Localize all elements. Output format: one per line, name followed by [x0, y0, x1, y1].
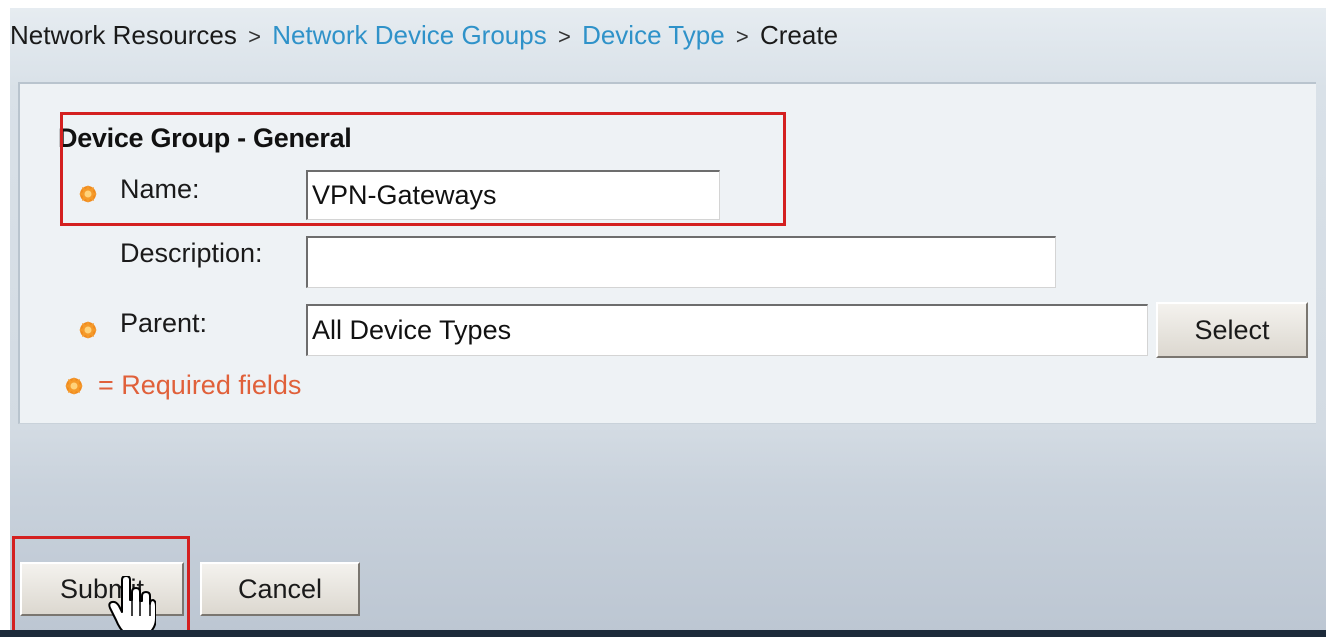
required-fields-note: = Required fields: [98, 370, 302, 400]
parent-label: Parent:: [120, 308, 208, 338]
breadcrumb-current-create: Create: [759, 20, 839, 50]
name-label: Name:: [120, 174, 200, 204]
description-input[interactable]: [306, 236, 1056, 288]
cancel-button[interactable]: Cancel: [200, 562, 360, 616]
section-title: Device Group - General: [58, 123, 352, 153]
breadcrumb: Network Resources > Network Device Group…: [10, 20, 838, 51]
required-field-icon: [79, 321, 97, 339]
required-field-icon: [79, 185, 97, 203]
breadcrumb-separator: >: [557, 24, 571, 49]
required-field-icon: [65, 377, 83, 395]
submit-button[interactable]: Submit: [20, 562, 184, 616]
breadcrumb-separator: >: [735, 24, 749, 49]
breadcrumb-separator: >: [248, 24, 261, 49]
breadcrumb-link-network-device-groups[interactable]: Network Device Groups: [272, 20, 547, 50]
select-parent-button[interactable]: Select: [1156, 302, 1308, 358]
breadcrumb-link-device-type[interactable]: Device Type: [582, 20, 725, 50]
description-label: Description:: [120, 238, 263, 268]
name-input[interactable]: [306, 170, 720, 220]
bottom-edge-band: [0, 630, 1326, 637]
parent-input[interactable]: [306, 304, 1148, 356]
breadcrumb-network-resources: Network Resources: [10, 20, 237, 50]
